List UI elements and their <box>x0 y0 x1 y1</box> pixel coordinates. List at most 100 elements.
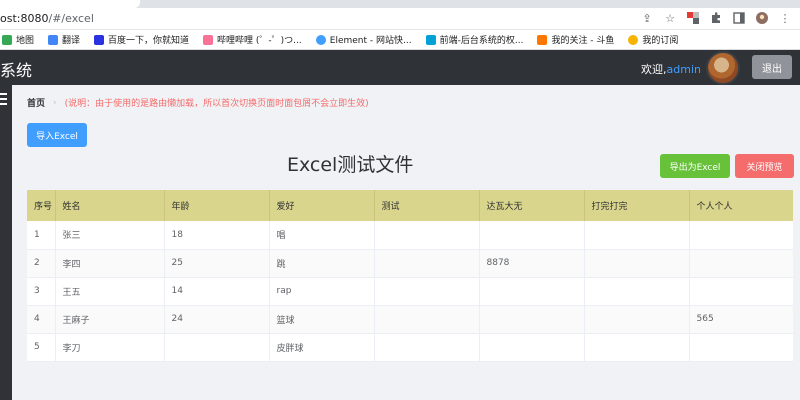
bookmark-frontend[interactable]: 前端-后台系统的权... <box>425 33 524 46</box>
table-cell <box>584 305 690 334</box>
chevron-right-icon: › <box>53 97 57 108</box>
table-cell: 25 <box>164 249 270 278</box>
table-cell <box>689 221 793 250</box>
import-excel-button[interactable]: 导入Excel <box>27 123 87 147</box>
url-host: ost:8080 <box>0 12 49 25</box>
export-excel-button[interactable]: 导出为Excel <box>660 154 730 178</box>
table-cell <box>584 249 690 278</box>
table-cell <box>479 277 585 306</box>
column-header: 年龄 <box>164 190 270 221</box>
app-header: 系统 欢迎,admin 退出 <box>0 50 800 85</box>
map-icon <box>2 34 12 45</box>
star-icon[interactable]: ☆ <box>663 11 677 25</box>
table-cell <box>374 249 480 278</box>
close-preview-button[interactable]: 关闭预览 <box>735 154 794 178</box>
bookmark-label: 我的关注 - 斗鱼 <box>551 36 615 46</box>
address-bar-icons: ⇪ ☆ ⋮ <box>640 11 792 25</box>
bookmark-label: 地图 <box>16 36 35 46</box>
table-cell: 1 <box>27 221 56 250</box>
bookmark-bilibili[interactable]: 哔哩哔哩 (゜-゜)つ... <box>203 33 302 46</box>
bookmark-baidu[interactable]: 百度一下，你就知道 <box>94 33 189 46</box>
table-header-row: 序号 姓名 年龄 爱好 测试 达瓦大无 打完打完 个人个人 <box>27 190 793 221</box>
bookmark-element[interactable]: Element - 网站快... <box>315 33 412 46</box>
username[interactable]: admin <box>667 63 701 76</box>
bilibili-icon <box>203 34 214 45</box>
bookmark-label: 哔哩哔哩 (゜-゜)つ... <box>217 36 302 46</box>
welcome-prefix: 欢迎, <box>641 63 667 76</box>
menu-toggle-icon[interactable] <box>0 93 7 105</box>
address-bar[interactable]: ost:8080/#/excel ⇪ ☆ ⋮ <box>0 8 800 30</box>
column-header: 爱好 <box>269 190 375 221</box>
bookmarks-bar: 地图 翻译 百度一下，你就知道 哔哩哔哩 (゜-゜)つ... Element -… <box>0 30 800 50</box>
table-cell: 3 <box>27 277 56 306</box>
bookmark-map[interactable]: 地图 <box>2 33 34 46</box>
table-cell: 李刀 <box>55 333 165 362</box>
table-cell <box>374 305 480 334</box>
table-row: 1 张三 18 唱 <box>27 221 793 250</box>
element-icon <box>315 34 326 45</box>
column-header: 个人个人 <box>689 190 793 221</box>
table-cell: 24 <box>164 305 270 334</box>
bookmark-douyu[interactable]: 我的关注 - 斗鱼 <box>537 33 614 46</box>
profile-icon[interactable] <box>755 11 769 25</box>
table-cell <box>374 277 480 306</box>
bookmark-translate[interactable]: 翻译 <box>48 33 80 46</box>
welcome-text: 欢迎,admin <box>641 61 701 77</box>
table-cell: 王五 <box>55 277 165 306</box>
page-title: Excel测试文件 <box>287 154 414 176</box>
table-cell: 5 <box>27 333 56 362</box>
table-cell: 8878 <box>479 249 585 278</box>
table-cell: 李四 <box>55 249 165 278</box>
breadcrumb-home[interactable]: 首页 <box>27 96 45 109</box>
table-cell <box>479 333 585 362</box>
column-header: 测试 <box>374 190 480 221</box>
more-vert-icon[interactable]: ⋮ <box>778 11 792 25</box>
url-path: /#/excel <box>48 12 94 25</box>
table-cell: rap <box>269 277 375 306</box>
table-cell <box>689 249 793 278</box>
logout-button[interactable]: 退出 <box>752 55 792 79</box>
table-cell <box>584 277 690 306</box>
table-cell: 4 <box>27 305 56 334</box>
table-cell: 唱 <box>269 221 375 250</box>
table-cell: 跳 <box>269 249 375 278</box>
column-header: 姓名 <box>55 190 165 221</box>
puzzle-icon[interactable] <box>709 11 723 25</box>
douyu-icon <box>537 34 548 45</box>
table-cell <box>374 333 480 362</box>
bookmark-label: 翻译 <box>62 36 81 46</box>
url-text[interactable]: ost:8080/#/excel <box>0 12 94 25</box>
bookmark-label: 百度一下，你就知道 <box>108 36 190 46</box>
avatar[interactable] <box>706 51 740 85</box>
table-cell: 18 <box>164 221 270 250</box>
table-row: 4 王麻子 24 篮球 565 <box>27 305 793 334</box>
browser-tab-active[interactable] <box>0 0 140 8</box>
column-header: 序号 <box>27 190 56 221</box>
translate-icon <box>48 34 59 45</box>
breadcrumb-note: (说明：由于使用的是路由懒加载，所以首次切换页面时面包屑不会立即生效) <box>64 99 369 109</box>
sidebar <box>0 85 12 400</box>
frontend-icon <box>425 34 436 45</box>
bookmark-label: 前端-后台系统的权... <box>439 36 524 46</box>
bookmark-subscription[interactable]: 我的订阅 <box>628 33 678 46</box>
browser-tab-strip <box>0 0 800 8</box>
share-icon[interactable]: ⇪ <box>640 11 654 25</box>
side-panel-icon[interactable] <box>732 11 746 25</box>
table-cell <box>689 333 793 362</box>
table-cell: 2 <box>27 249 56 278</box>
column-header: 打完打完 <box>584 190 690 221</box>
excel-table: 序号 姓名 年龄 爱好 测试 达瓦大无 打完打完 个人个人 1 张三 18 唱 2 李四… <box>27 190 793 362</box>
table-cell <box>164 333 270 362</box>
extension-colorful-icon[interactable] <box>686 11 700 25</box>
table-cell <box>584 333 690 362</box>
table-cell: 565 <box>689 305 793 334</box>
table-cell <box>689 277 793 306</box>
table-cell <box>374 221 480 250</box>
app-window: ost:8080/#/excel ⇪ ☆ ⋮ 地图 翻译 百度一下，你就知道 哔… <box>0 0 800 400</box>
table-cell <box>479 305 585 334</box>
table-cell <box>584 221 690 250</box>
table-cell: 篮球 <box>269 305 375 334</box>
column-header: 达瓦大无 <box>479 190 585 221</box>
table-row: 3 王五 14 rap <box>27 277 793 306</box>
table-cell: 14 <box>164 277 270 306</box>
